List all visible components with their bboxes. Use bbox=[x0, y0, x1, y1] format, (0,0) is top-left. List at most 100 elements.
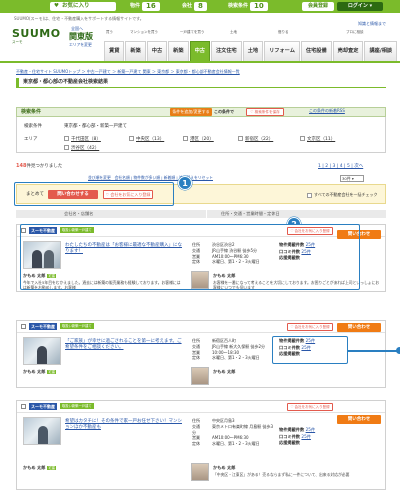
tab-used-house[interactable]: 中古 bbox=[189, 41, 210, 61]
person-shape bbox=[38, 426, 48, 444]
tab-rent[interactable]: 賃貸 bbox=[104, 41, 125, 61]
area-checkbox-bunkyo[interactable]: 文京区（11） bbox=[300, 136, 335, 143]
company-favorite-button[interactable]: ♡ 会社をお気に入り登録 bbox=[287, 323, 333, 331]
company-catchphrase[interactable]: 希望はカタチに！その条件で家一戸お任せ下さい！マンションほか不動産も bbox=[65, 419, 185, 431]
stock-key: 物件掲載件数 bbox=[279, 427, 305, 432]
pagination[interactable]: 1 | 2 | 3 | 4 | 5 | 次へ bbox=[318, 164, 363, 170]
nationwide-link[interactable]: 全国へ bbox=[71, 26, 83, 31]
tab-new-mansion[interactable]: 新築 bbox=[125, 41, 146, 61]
stat-companies-label: 会社 bbox=[182, 3, 193, 10]
company-checkbox[interactable] bbox=[21, 324, 26, 329]
tab-land[interactable]: 土地 bbox=[242, 41, 264, 61]
stock-listings: 物件掲載件数 25件 bbox=[279, 427, 315, 434]
tab-seminar[interactable]: 講座/相談 bbox=[364, 41, 398, 61]
area-label: 港区（20） bbox=[190, 137, 214, 142]
stat-properties-value: 16 bbox=[142, 2, 160, 11]
region-title: 関東版 bbox=[69, 32, 93, 41]
area-label: 中央区（13） bbox=[136, 137, 165, 142]
callout-box-1 bbox=[14, 182, 174, 206]
stat-properties[interactable]: 物件 16 bbox=[130, 2, 160, 11]
area-checkbox-minato[interactable]: 港区（20） bbox=[183, 136, 214, 143]
tab-custom-house[interactable]: 注文住宅 bbox=[210, 41, 242, 61]
area-label: 千代田区（8） bbox=[71, 137, 101, 142]
callout-box-2 bbox=[20, 224, 360, 290]
tab-sell[interactable]: 売却査定 bbox=[332, 41, 364, 61]
company-info: 住所 新宿区百人町 交通 JR山手線 新大久保駅 徒歩2分 営業 10:00〜18:3… bbox=[192, 338, 277, 361]
area-label: 文京区（11） bbox=[307, 137, 336, 142]
company-checkbox[interactable] bbox=[21, 404, 26, 409]
stock-support: 応援掲載数 bbox=[279, 440, 315, 447]
check-all-label: すべての不動産会社を一括チェック bbox=[314, 192, 378, 197]
area-label: 新宿区（22） bbox=[245, 137, 274, 142]
stock-link[interactable]: 25件 bbox=[306, 427, 316, 432]
change-area-link[interactable]: エリアを変更 bbox=[69, 42, 92, 48]
login-button[interactable]: ログイン ▾ bbox=[337, 2, 383, 11]
area-checkbox-shinjuku[interactable]: 新宿区（22） bbox=[238, 136, 273, 143]
checkbox[interactable] bbox=[129, 136, 134, 141]
category-badge: 取扱い新築一戸建て bbox=[60, 403, 94, 409]
header-link[interactable]: 知識と情報まで bbox=[358, 21, 386, 26]
rss-link[interactable]: この条件の新着RSS bbox=[309, 108, 345, 113]
checkbox[interactable] bbox=[307, 192, 312, 198]
stock-key: 応援掲載数 bbox=[279, 440, 300, 446]
category-badge: 取扱い新築一戸建て bbox=[60, 323, 94, 329]
staff-badge: 宅建 bbox=[47, 370, 56, 374]
tab-used-mansion[interactable]: 中古 bbox=[146, 41, 168, 61]
company-info: 住所 中央区月島3 交通 東京メトロ有楽町線 月島駅 徒歩3分 営業 AM10:00〜… bbox=[192, 418, 277, 447]
save-conditions-button[interactable]: ♡ 検索条件を保存 bbox=[246, 108, 284, 116]
info-access: 交通 東京メトロ有楽町線 月島駅 徒歩3分 bbox=[192, 424, 277, 436]
staff-name-text: かもめ 太郎 bbox=[23, 369, 46, 374]
company-name[interactable]: スーモ不動産 bbox=[29, 403, 57, 410]
info-holiday: 定休 水曜日、第1・2・3火曜日 bbox=[192, 355, 277, 361]
staff-name-text: かもめ 太郎 bbox=[23, 465, 46, 470]
callout-marker-1: 1 bbox=[178, 176, 192, 190]
info-value: 水曜日、第1・2・3火曜日 bbox=[212, 441, 260, 447]
tab-new-house[interactable]: 新築 bbox=[168, 41, 189, 61]
staff-name: かもめ 太郎 宅建 bbox=[23, 369, 56, 374]
inquiry-button[interactable]: 問い合わせ bbox=[337, 323, 381, 332]
subcat-house: 一戸建てを買う bbox=[180, 30, 205, 34]
suumo-logo[interactable]: SUUMO bbox=[12, 27, 61, 41]
info-value: 水曜日、第1・2・3火曜日 bbox=[212, 355, 260, 361]
subcat-mansion: マンションを買う bbox=[130, 30, 158, 34]
save-conditions-label: この条件で bbox=[214, 109, 234, 114]
company-photo bbox=[23, 417, 61, 445]
info-value: 新宿区百人町 bbox=[212, 338, 236, 343]
area-checkbox-chuo[interactable]: 中央区（13） bbox=[129, 136, 164, 143]
checkbox[interactable] bbox=[64, 145, 69, 150]
callout-dot bbox=[396, 347, 400, 354]
site-tagline: SUUMO(スーモ)は、住宅・不動産購入をサポートする情報サイトです。 bbox=[14, 16, 144, 21]
tab-equipment[interactable]: 住宅設備 bbox=[300, 41, 332, 61]
person-shape bbox=[37, 346, 47, 364]
info-value: AM10:00〜PM6:30 bbox=[212, 435, 249, 441]
column-header-company: 会社名・店舗名 bbox=[16, 210, 206, 218]
change-conditions-button[interactable]: 条件を追加/変更する bbox=[170, 108, 212, 116]
stock-link[interactable]: 25件 bbox=[301, 434, 311, 439]
checkbox[interactable] bbox=[300, 136, 305, 141]
company-photo bbox=[23, 337, 61, 365]
stat-companies[interactable]: 会社 8 bbox=[182, 2, 207, 11]
company-catchphrase[interactable]: 「ご家族」が幸せに過ごされることを第一に考えます。ご希望条件をご相談ください。 bbox=[65, 339, 185, 351]
member-register-button[interactable]: 会員登録 bbox=[302, 2, 334, 11]
staff-name: かもめ 太郎 宅建 bbox=[23, 465, 56, 470]
sort-options[interactable]: 並び順を変更 会社名順 | 物件数が多い順 | 新着順 | 並び替えをリセット bbox=[88, 175, 213, 181]
area-label: 渋谷区（42） bbox=[71, 146, 100, 151]
checkbox[interactable] bbox=[64, 136, 69, 141]
inquiry-button[interactable]: 問い合わせ bbox=[337, 415, 381, 424]
favorites-button[interactable]: ♥ お気に入り bbox=[50, 2, 116, 11]
check-all-companies[interactable]: すべての不動産会社を一括チェック bbox=[307, 192, 378, 198]
area-checkbox-chiyoda[interactable]: 千代田区（8） bbox=[64, 136, 101, 143]
checkbox[interactable] bbox=[238, 136, 243, 141]
stat-properties-label: 物件 bbox=[130, 3, 141, 10]
area-checkbox-shibuya[interactable]: 渋谷区（42） bbox=[64, 145, 99, 152]
tab-reform[interactable]: リフォーム bbox=[264, 41, 300, 61]
stock-key: 口コミ件数 bbox=[279, 433, 300, 439]
stat-saved-searches[interactable]: 検索条件 10 bbox=[228, 2, 268, 11]
condition-label: 検索条件 bbox=[24, 124, 42, 129]
checkbox[interactable] bbox=[183, 136, 188, 141]
callout-leader-line bbox=[348, 350, 400, 352]
breadcrumb[interactable]: 不動産・住宅サイト SUUMOトップ ＞ 中古一戸建て ＞ 新築一戸建て 関東 … bbox=[16, 69, 240, 74]
company-name[interactable]: スーモ不動産 bbox=[29, 323, 57, 330]
company-favorite-button[interactable]: ♡ 会社をお気に入り登録 bbox=[287, 403, 333, 411]
per-page-select[interactable]: 30件 ▾ bbox=[340, 175, 364, 182]
